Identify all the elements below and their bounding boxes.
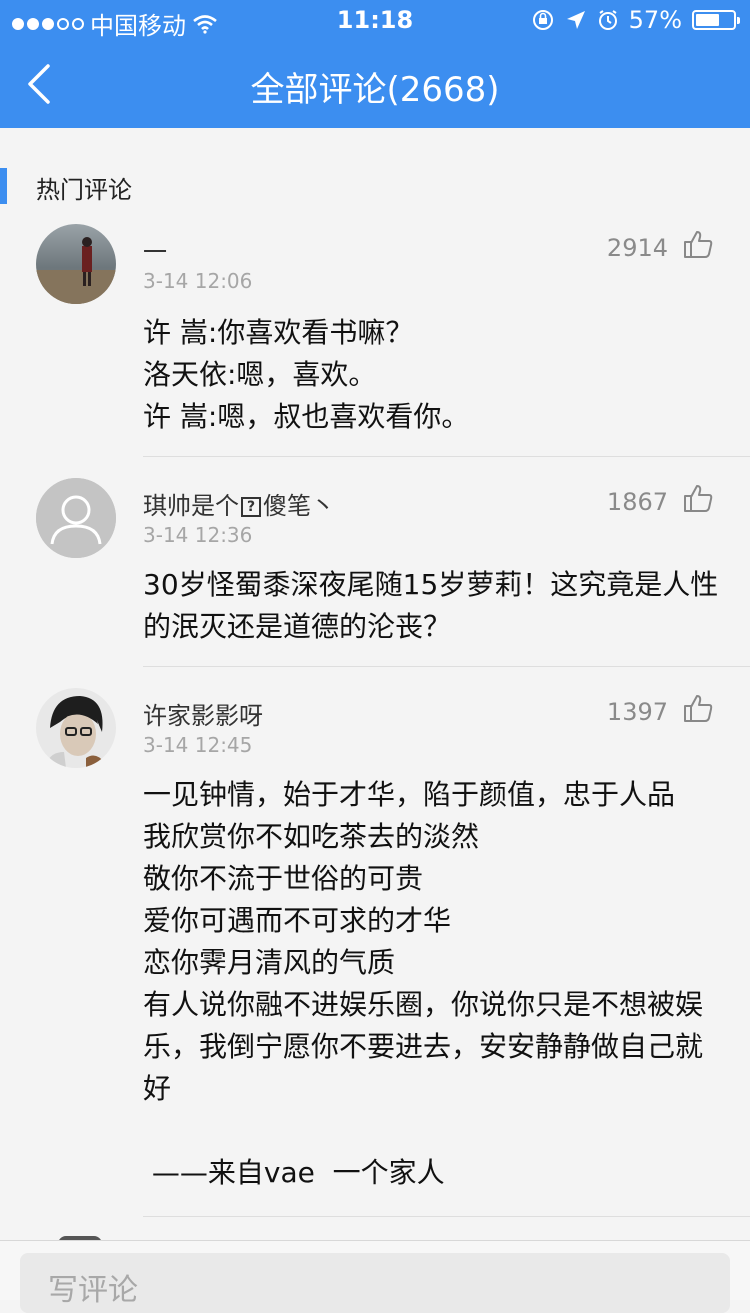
username-part: 傻笔丶 xyxy=(263,492,335,520)
thumbs-up-icon[interactable] xyxy=(682,228,714,260)
comment-date: 3-14 12:45 xyxy=(143,733,253,757)
comment-line: 敬你不流于世俗的可贵 xyxy=(143,862,424,895)
comment-line: 乐，我倒宁愿你不要进去，安安静静做自己就 xyxy=(143,1030,704,1063)
comment-body: 许 嵩:你喜欢看书嘛？ 洛天依:嗯，喜欢。 许 嵩:嗯，叔也喜欢看你。 xyxy=(143,312,723,438)
comment-line: 恋你霁月清风的气质 xyxy=(143,946,396,979)
comment-line: 30岁怪蜀黍深夜尾随15岁萝莉！这究竟是人性 xyxy=(143,568,719,601)
page-title: 全部评论(2668) xyxy=(250,70,500,110)
comment-divider xyxy=(143,666,750,667)
comment-body: 30岁怪蜀黍深夜尾随15岁萝莉！这究竟是人性 的泯灭还是道德的沦丧？ xyxy=(143,564,723,648)
unknown-glyph-box: ? xyxy=(241,497,261,517)
comment-body: 一见钟情，始于才华，陷于颜值，忠于人品 我欣赏你不如吃茶去的淡然 敬你不流于世俗… xyxy=(143,774,723,1194)
thumbs-up-icon[interactable] xyxy=(682,692,714,724)
comment-line: 洛天依:嗯，喜欢。 xyxy=(143,358,377,391)
battery-icon xyxy=(692,10,740,30)
avatar[interactable] xyxy=(36,688,116,768)
comment-line: 的泯灭还是道德的沦丧？ xyxy=(143,610,452,643)
section-header: 热门评论 xyxy=(0,166,750,206)
comment-line: ——来自vae 一个家人 xyxy=(143,1156,445,1189)
section-accent-bar xyxy=(0,168,7,204)
avatar[interactable] xyxy=(36,478,116,558)
input-placeholder: 写评论 xyxy=(48,1273,138,1308)
comment-line: 好 xyxy=(143,1072,172,1105)
comment-line: 爱你可遇而不可求的才华 xyxy=(143,904,452,937)
section-label: 热门评论 xyxy=(36,176,132,204)
avatar[interactable] xyxy=(36,224,116,304)
comment-line: 一见钟情，始于才华，陷于颜值，忠于人品 xyxy=(143,778,676,811)
comment-line: 有人说你融不进娱乐圈，你说你只是不想被娱 xyxy=(143,988,704,1021)
battery-percent: 57% xyxy=(628,6,682,34)
username[interactable]: 一 xyxy=(143,232,167,267)
like-count: 1397 xyxy=(606,698,668,726)
nav-bar: 全部评论(2668) xyxy=(0,40,750,128)
comment-divider xyxy=(143,456,750,457)
status-bar: 中国移动 11:18 57% xyxy=(0,0,750,40)
username[interactable]: 许家影影呀 xyxy=(143,696,263,731)
alarm-icon xyxy=(598,10,617,30)
rotation-lock-icon xyxy=(532,10,553,30)
comment-line xyxy=(143,1110,723,1152)
comment-date: 3-14 12:06 xyxy=(143,269,253,293)
username[interactable]: 琪帅是个? 傻笔丶 xyxy=(143,486,335,521)
comment-input-bar: 写评论 xyxy=(0,1240,750,1313)
thumbs-up-icon[interactable] xyxy=(682,482,714,514)
comment-divider xyxy=(143,1216,750,1217)
like-count: 2914 xyxy=(606,234,668,262)
comment-date: 3-14 12:36 xyxy=(143,523,253,547)
like-count: 1867 xyxy=(606,488,668,516)
username-part: 琪帅是个 xyxy=(143,492,239,520)
comment-line: 我欣赏你不如吃茶去的淡然 xyxy=(143,820,480,853)
location-icon xyxy=(566,11,585,29)
top-bar: 中国移动 11:18 57% 全部评论(2668) xyxy=(0,0,750,128)
comment-line: 许 嵩:嗯，叔也喜欢看你。 xyxy=(143,400,470,433)
write-comment-input[interactable]: 写评论 xyxy=(20,1253,730,1313)
comment-line: 许 嵩:你喜欢看书嘛？ xyxy=(143,316,414,349)
